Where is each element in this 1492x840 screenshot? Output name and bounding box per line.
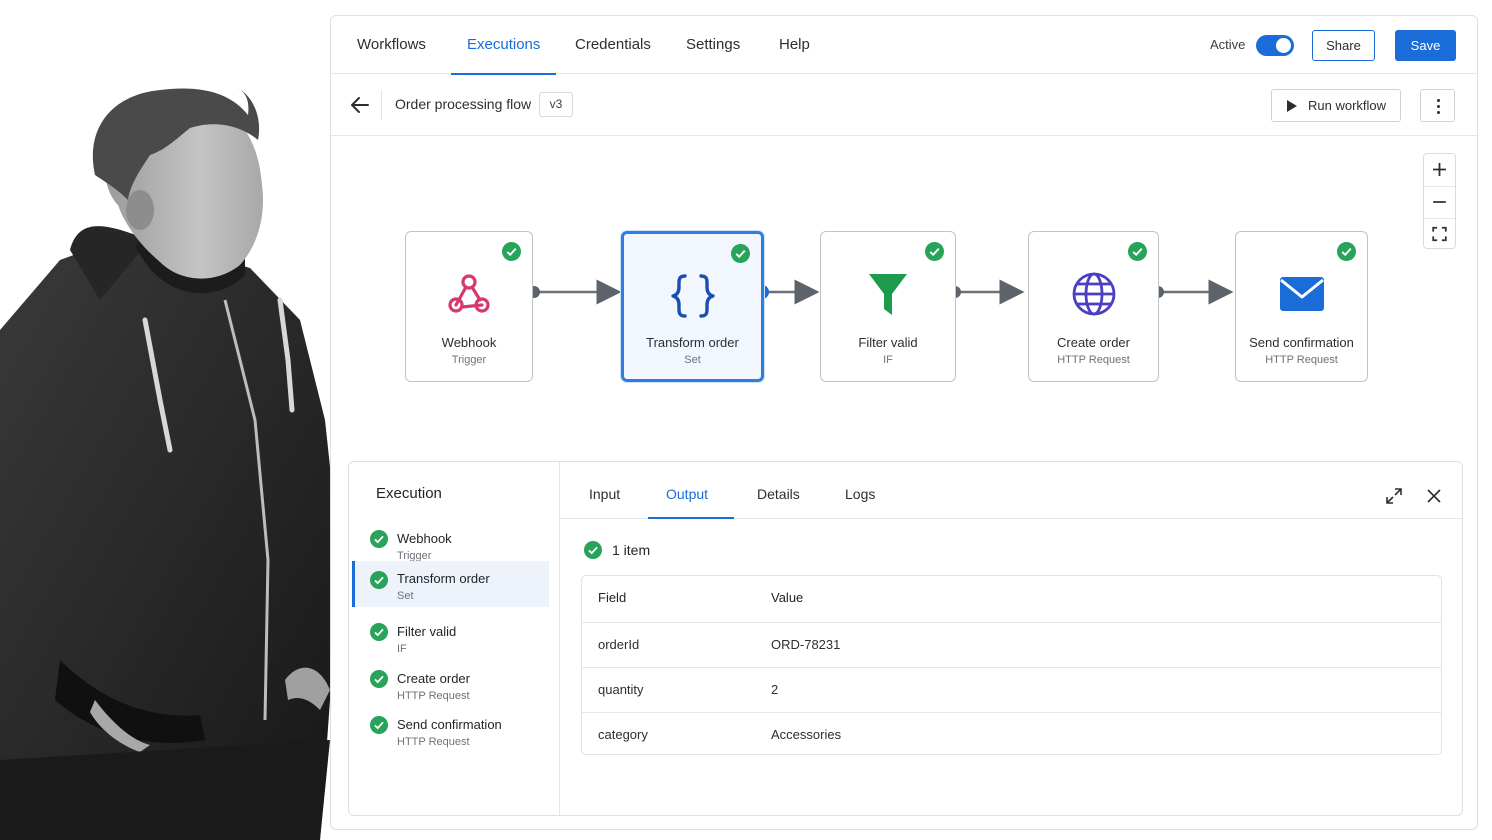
- tab-executions[interactable]: Executions: [450, 16, 557, 75]
- step-name: Send confirmation: [397, 717, 502, 732]
- kebab-dot-icon: [1437, 111, 1440, 114]
- kebab-dot-icon: [1437, 99, 1440, 102]
- execution-panel: Execution Webhook Trigger Transform orde…: [348, 461, 1463, 816]
- tab-details[interactable]: Details: [757, 462, 800, 519]
- tab-input[interactable]: Input: [589, 462, 620, 519]
- more-options-button[interactable]: [1420, 89, 1455, 122]
- toggle-knob: [1276, 38, 1291, 53]
- column-header-field: Field: [598, 590, 627, 605]
- success-check-icon: [370, 716, 388, 734]
- success-check-icon: [584, 541, 602, 559]
- version-badge: v3: [539, 92, 573, 117]
- zoom-controls: [1423, 153, 1456, 249]
- person-photo: [0, 0, 350, 840]
- top-navigation: Workflows Executions Credentials Setting…: [331, 16, 1477, 75]
- tab-credentials[interactable]: Credentials: [575, 16, 651, 74]
- node-type: HTTP Request: [1057, 354, 1130, 366]
- success-check-icon: [731, 244, 750, 263]
- run-workflow-button[interactable]: Run workflow: [1271, 89, 1401, 122]
- table-row: quantity 2: [582, 667, 1441, 712]
- step-name: Transform order: [397, 571, 490, 586]
- kebab-dot-icon: [1437, 105, 1440, 108]
- success-check-icon: [370, 670, 388, 688]
- envelope-icon: [1279, 277, 1324, 311]
- success-check-icon: [370, 623, 388, 641]
- node-webhook[interactable]: Webhook Trigger: [405, 231, 533, 382]
- zoom-in-icon[interactable]: [1424, 154, 1455, 185]
- step-type: HTTP Request: [397, 736, 470, 748]
- active-label: Active: [1210, 37, 1246, 52]
- items-count: 1 item: [612, 542, 651, 558]
- share-button[interactable]: Share: [1312, 30, 1375, 61]
- webhook-icon: [448, 274, 490, 313]
- field-cell: category: [598, 727, 648, 742]
- node-name: Create order: [1057, 335, 1130, 350]
- execution-step-selected[interactable]: Transform order Set: [352, 561, 549, 607]
- table-row: orderId ORD-78231: [582, 622, 1441, 667]
- success-check-icon: [925, 242, 944, 261]
- active-toggle[interactable]: [1256, 35, 1294, 56]
- node-type: Set: [684, 354, 701, 366]
- filter-icon: [869, 274, 907, 315]
- node-name: Send confirmation: [1249, 335, 1354, 350]
- tab-settings[interactable]: Settings: [686, 16, 740, 74]
- value-cell: Accessories: [771, 727, 842, 742]
- success-check-icon: [1337, 242, 1356, 261]
- expand-icon[interactable]: [1384, 486, 1404, 506]
- back-arrow-icon[interactable]: [349, 94, 371, 116]
- node-transform-order[interactable]: Transform order Set: [621, 231, 764, 382]
- globe-icon: [1072, 272, 1115, 316]
- workflow-app-window: Workflows Executions Credentials Setting…: [330, 15, 1478, 830]
- node-type: Trigger: [451, 354, 487, 366]
- success-check-icon: [1128, 242, 1147, 261]
- execution-step[interactable]: Send confirmation HTTP Request: [352, 710, 549, 756]
- node-create-order[interactable]: Create order HTTP Request: [1028, 231, 1159, 382]
- step-type: Set: [397, 590, 414, 602]
- step-type: HTTP Request: [397, 690, 470, 702]
- success-check-icon: [502, 242, 521, 261]
- divider: [381, 90, 382, 120]
- braces-icon: [670, 274, 715, 318]
- node-type: IF: [883, 354, 893, 366]
- column-header-value: Value: [771, 590, 804, 605]
- tab-logs[interactable]: Logs: [845, 462, 875, 519]
- fit-view-icon[interactable]: [1424, 218, 1455, 249]
- execution-step[interactable]: Filter valid IF: [352, 617, 549, 663]
- table-row: category Accessories: [582, 712, 1441, 754]
- execution-step[interactable]: Create order HTTP Request: [352, 664, 549, 710]
- play-icon: [1287, 100, 1297, 112]
- step-type: IF: [397, 643, 407, 655]
- execution-step-list: Execution Webhook Trigger Transform orde…: [349, 462, 560, 815]
- step-name: Create order: [397, 671, 470, 686]
- tab-output[interactable]: Output: [666, 462, 708, 519]
- node-name: Webhook: [441, 335, 497, 350]
- field-cell: orderId: [598, 637, 640, 652]
- save-button[interactable]: Save: [1395, 30, 1456, 61]
- value-cell: 2: [771, 682, 779, 697]
- step-name: Filter valid: [397, 624, 457, 639]
- field-cell: quantity: [598, 682, 644, 697]
- workflow-header: Order processing flow v3 Run workflow: [331, 74, 1477, 136]
- node-filter-valid[interactable]: Filter valid IF: [820, 231, 956, 382]
- success-check-icon: [370, 530, 388, 548]
- node-type: HTTP Request: [1265, 354, 1338, 366]
- value-cell: ORD-78231: [771, 637, 841, 652]
- close-icon[interactable]: [1424, 486, 1444, 506]
- output-table: Field Value orderId ORD-78231 quantity 2…: [581, 575, 1442, 755]
- tab-help[interactable]: Help: [779, 16, 810, 74]
- success-check-icon: [370, 571, 388, 589]
- execution-title: Execution: [376, 485, 442, 502]
- node-send-confirmation[interactable]: Send confirmation HTTP Request: [1235, 231, 1368, 382]
- tab-workflows[interactable]: Workflows: [357, 16, 426, 74]
- zoom-out-icon[interactable]: [1424, 186, 1455, 217]
- node-name: Filter valid: [858, 335, 918, 350]
- workflow-title: Order processing flow: [395, 96, 532, 112]
- table-header-row: Field Value: [582, 576, 1441, 621]
- step-name: Webhook: [397, 531, 452, 546]
- run-workflow-label: Run workflow: [1308, 98, 1387, 113]
- active-tab-indicator: [648, 517, 734, 519]
- node-name: Transform order: [646, 335, 739, 350]
